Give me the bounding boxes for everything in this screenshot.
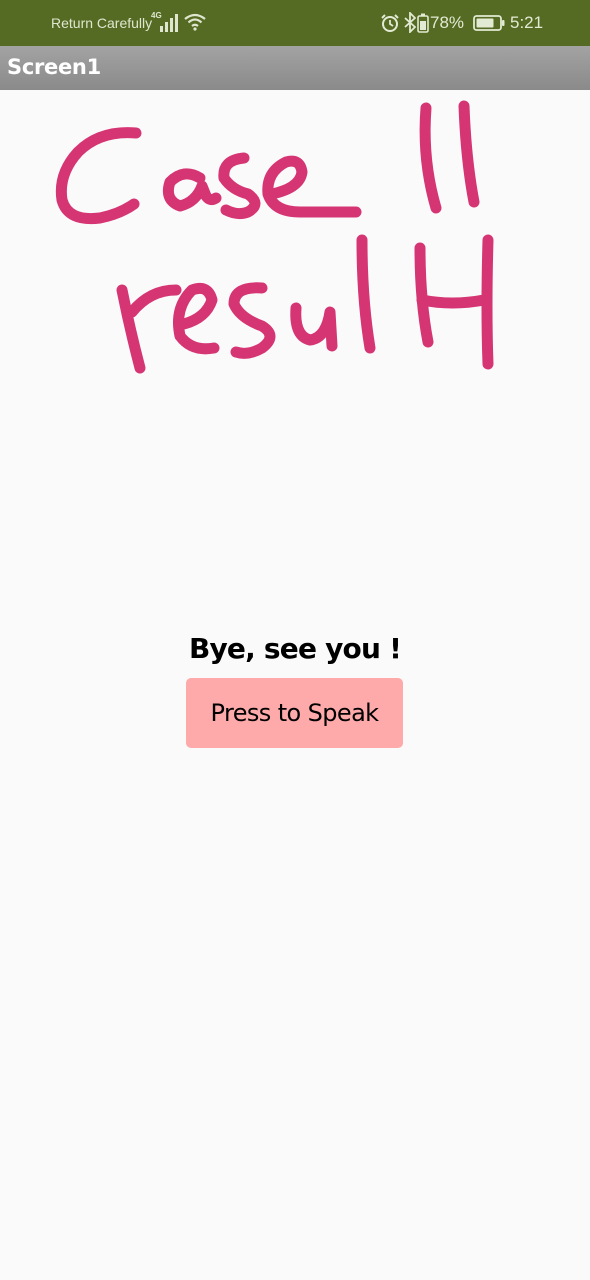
signal-icon [160, 14, 178, 32]
bluetooth-icon [404, 12, 416, 33]
handwritten-annotation [55, 100, 494, 374]
app-title-bar: Screen1 [0, 46, 590, 90]
wifi-icon [184, 13, 206, 31]
clock: 5:21 [510, 13, 544, 32]
alarm-icon [381, 14, 399, 32]
battery-percentage: 78% [430, 13, 465, 32]
screen-title: Screen1 [7, 55, 101, 79]
battery-icon [473, 15, 505, 31]
vibrate-battery-icon [417, 13, 429, 33]
message-label: Bye, see you ! [188, 632, 402, 665]
carrier-name: Return Carefully [51, 15, 153, 31]
press-to-speak-button[interactable]: Press to Speak [186, 678, 403, 748]
status-bar: Return Carefully 4G 78% 5:21 [0, 0, 590, 46]
